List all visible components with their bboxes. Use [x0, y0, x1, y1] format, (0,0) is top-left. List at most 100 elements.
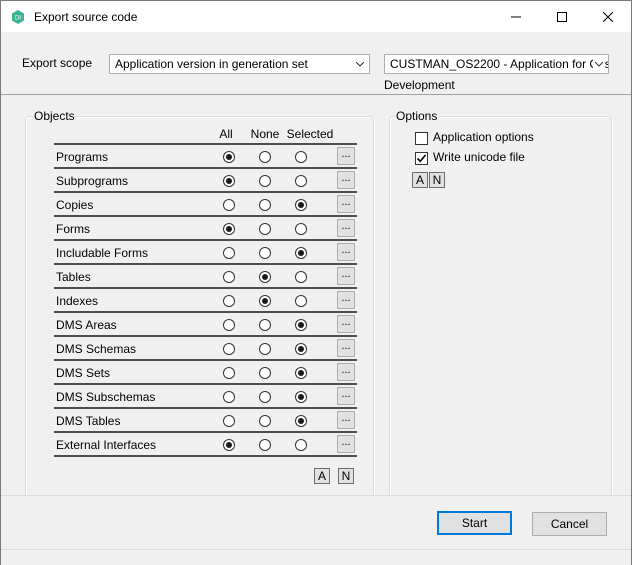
object-row-more-button[interactable]: ... [337, 435, 355, 453]
radio-none[interactable] [259, 271, 271, 283]
object-rows-bottom-rule [54, 455, 357, 457]
object-row-more-button[interactable]: ... [337, 387, 355, 405]
radio-all[interactable] [223, 151, 235, 163]
write-unicode-label: Write unicode file [433, 150, 525, 164]
object-row-label: Indexes [56, 294, 99, 308]
object-row-label: Forms [56, 222, 90, 236]
radio-none[interactable] [259, 367, 271, 379]
object-row-label: DMS Subschemas [56, 390, 156, 404]
radio-selected[interactable] [295, 415, 307, 427]
radio-all[interactable] [223, 271, 235, 283]
application-sublabel: Development [384, 78, 455, 92]
object-row-more-button[interactable]: ... [337, 267, 355, 285]
object-row: DMS Sets... [54, 359, 357, 383]
object-row-label: External Interfaces [56, 438, 157, 452]
radio-selected[interactable] [295, 295, 307, 307]
object-row-more-button[interactable]: ... [337, 147, 355, 165]
maximize-icon [557, 11, 567, 22]
radio-all[interactable] [223, 415, 235, 427]
object-row-label: Programs [56, 150, 109, 164]
radio-selected[interactable] [295, 367, 307, 379]
cancel-button[interactable]: Cancel [532, 512, 607, 536]
close-icon [603, 11, 613, 22]
object-row-more-button[interactable]: ... [337, 195, 355, 213]
object-row: Includable Forms... [54, 239, 357, 263]
export-scope-dropdown[interactable]: Application version in generation set [109, 54, 370, 74]
radio-none[interactable] [259, 319, 271, 331]
radio-all[interactable] [223, 175, 235, 187]
maximize-button[interactable] [539, 1, 585, 32]
options-select-none-button[interactable]: N [429, 172, 445, 188]
radio-none[interactable] [259, 439, 271, 451]
object-row-label: Subprograms [56, 174, 129, 188]
radio-selected[interactable] [295, 199, 307, 211]
radio-none[interactable] [259, 151, 271, 163]
close-button[interactable] [585, 1, 631, 32]
object-row-label: DMS Schemas [56, 342, 137, 356]
objects-select-none-button[interactable]: N [338, 468, 354, 484]
radio-selected[interactable] [295, 175, 307, 187]
column-header-selected: Selected [286, 127, 334, 141]
radio-all[interactable] [223, 343, 235, 355]
radio-none[interactable] [259, 295, 271, 307]
column-header-none: None [250, 127, 280, 141]
object-row-more-button[interactable]: ... [337, 315, 355, 333]
radio-selected[interactable] [295, 223, 307, 235]
application-icon: DI [12, 10, 24, 24]
radio-all[interactable] [223, 295, 235, 307]
objects-select-all-button[interactable]: A [314, 468, 330, 484]
start-button[interactable]: Start [437, 511, 512, 535]
object-row: DMS Areas... [54, 311, 357, 335]
window-title: Export source code [34, 10, 138, 24]
radio-all[interactable] [223, 199, 235, 211]
radio-all[interactable] [223, 247, 235, 259]
object-row: DMS Tables... [54, 407, 357, 431]
object-row: Subprograms... [54, 167, 357, 191]
object-row: Copies... [54, 191, 357, 215]
radio-none[interactable] [259, 247, 271, 259]
options-select-all-button[interactable]: A [412, 172, 428, 188]
radio-selected[interactable] [295, 151, 307, 163]
application-dropdown[interactable]: CUSTMAN_OS2200 - Application for Cus [384, 54, 609, 74]
chevron-down-icon [354, 55, 366, 73]
export-dialog: DI Export source code Export scope Appli… [0, 0, 632, 565]
radio-none[interactable] [259, 199, 271, 211]
object-row-label: Includable Forms [56, 246, 149, 260]
radio-all[interactable] [223, 223, 235, 235]
radio-selected[interactable] [295, 319, 307, 331]
minimize-button[interactable] [493, 1, 539, 32]
radio-none[interactable] [259, 175, 271, 187]
application-value: CUSTMAN_OS2200 - Application for Cus [390, 57, 609, 71]
radio-all[interactable] [223, 367, 235, 379]
object-row-label: Copies [56, 198, 94, 212]
object-row-more-button[interactable]: ... [337, 243, 355, 261]
radio-selected[interactable] [295, 271, 307, 283]
radio-none[interactable] [259, 343, 271, 355]
svg-text:DI: DI [15, 16, 21, 22]
object-row: Programs... [54, 143, 357, 167]
radio-selected[interactable] [295, 439, 307, 451]
radio-selected[interactable] [295, 343, 307, 355]
object-row: Forms... [54, 215, 357, 239]
radio-none[interactable] [259, 391, 271, 403]
object-row: DMS Schemas... [54, 335, 357, 359]
radio-none[interactable] [259, 223, 271, 235]
object-row-more-button[interactable]: ... [337, 291, 355, 309]
object-row: External Interfaces... [54, 431, 357, 455]
write-unicode-checkbox[interactable] [415, 152, 428, 165]
radio-none[interactable] [259, 415, 271, 427]
radio-selected[interactable] [295, 391, 307, 403]
object-row-more-button[interactable]: ... [337, 171, 355, 189]
radio-all[interactable] [223, 391, 235, 403]
object-row-more-button[interactable]: ... [337, 219, 355, 237]
object-row-more-button[interactable]: ... [337, 363, 355, 381]
status-bar [1, 549, 631, 565]
object-row-more-button[interactable]: ... [337, 339, 355, 357]
object-row-more-button[interactable]: ... [337, 411, 355, 429]
objects-group-title: Objects [32, 109, 77, 123]
radio-all[interactable] [223, 319, 235, 331]
title-bar: DI Export source code [1, 1, 631, 32]
application-options-checkbox[interactable] [415, 132, 428, 145]
radio-all[interactable] [223, 439, 235, 451]
radio-selected[interactable] [295, 247, 307, 259]
